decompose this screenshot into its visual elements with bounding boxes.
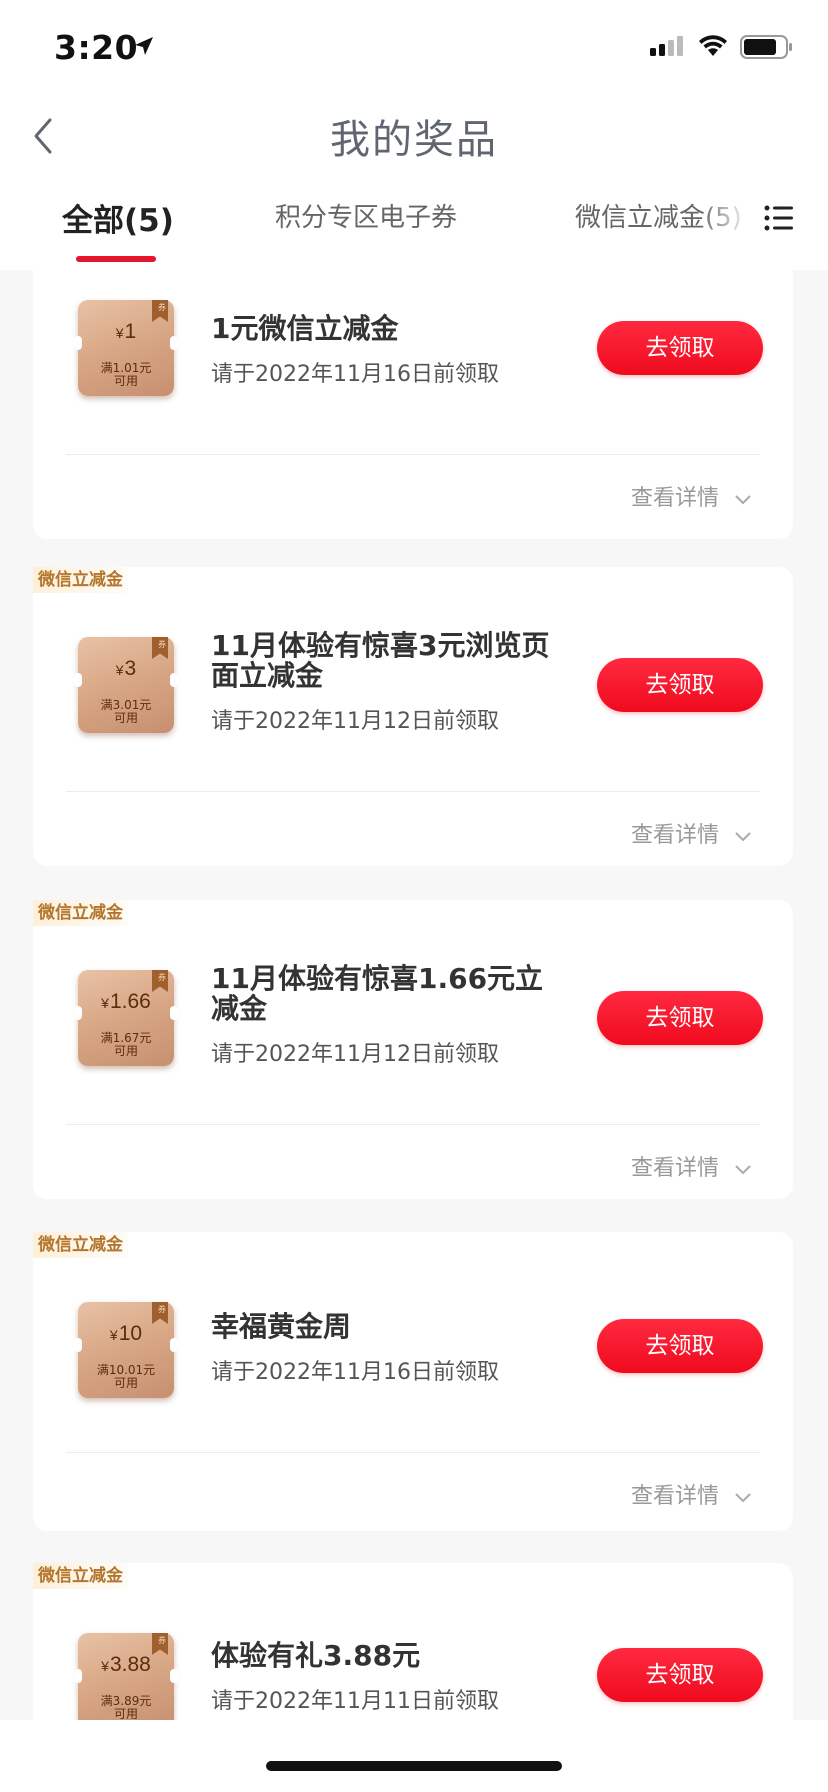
location-arrow-icon bbox=[135, 37, 153, 55]
home-indicator[interactable] bbox=[266, 1761, 562, 1771]
prize-deadline: 请于2022年11月16日前领取 bbox=[211, 1360, 499, 1385]
chevron-down-icon bbox=[735, 1165, 751, 1175]
chevron-down-icon bbox=[735, 1493, 751, 1503]
prize-card: 券 ¥1 满1.01元 可用 1元微信立减金 请于2022年11月16日前领取 去… bbox=[33, 270, 793, 539]
claim-button[interactable]: 去领取 bbox=[597, 1319, 763, 1373]
coupon-ticket-icon: 券 ¥1 满1.01元 可用 bbox=[74, 300, 178, 396]
tab-points-coupons[interactable]: 积分专区电子券 bbox=[275, 197, 457, 234]
prize-title: 幸福黄金周 bbox=[211, 1310, 352, 1343]
coupon-amount: ¥1.66 bbox=[101, 990, 151, 1013]
prize-card: 券 ¥10 满10.01元 可用 幸福黄金周 请于2022年11月16日前领取 去… bbox=[33, 1232, 793, 1531]
coupon-condition: 满3.89元 可用 bbox=[100, 1694, 152, 1721]
wifi-icon bbox=[699, 35, 727, 56]
claim-button[interactable]: 去领取 bbox=[597, 991, 763, 1045]
coupon-amount: ¥3.88 bbox=[101, 1653, 151, 1676]
coupon-amount: ¥10 bbox=[109, 1322, 143, 1345]
tab-all[interactable]: 全部(5) bbox=[62, 195, 174, 240]
divider bbox=[66, 791, 760, 792]
chevron-down-icon bbox=[735, 832, 751, 842]
coupon-condition: 满10.01元 可用 bbox=[96, 1363, 156, 1390]
category-tag: 微信立减金 bbox=[33, 900, 128, 926]
view-details-toggle[interactable]: 查看详情 bbox=[631, 1478, 752, 1510]
chevron-down-icon bbox=[735, 495, 751, 505]
view-details-toggle[interactable]: 查看详情 bbox=[631, 1150, 752, 1182]
prize-title: 1元微信立减金 bbox=[211, 312, 399, 345]
divider bbox=[66, 1124, 760, 1125]
category-tag: 微信立减金 bbox=[33, 1563, 128, 1589]
prize-list[interactable]: 券 ¥1 满1.01元 可用 1元微信立减金 请于2022年11月16日前领取 去… bbox=[0, 270, 828, 1720]
prize-deadline: 请于2022年11月16日前领取 bbox=[211, 362, 499, 387]
category-tag: 微信立减金 bbox=[33, 567, 128, 593]
list-menu-icon[interactable] bbox=[764, 205, 794, 231]
prize-title: 11月体验有惊喜1.66元立减金 bbox=[211, 962, 544, 1025]
claim-button[interactable]: 去领取 bbox=[597, 321, 763, 375]
tab-fade bbox=[700, 188, 750, 248]
prize-deadline: 请于2022年11月12日前领取 bbox=[211, 1042, 499, 1067]
prize-card: 券 ¥3 满3.01元 可用 11月体验有惊喜3元浏览页面立减金 请于2022年1… bbox=[33, 567, 793, 866]
prize-deadline: 请于2022年11月11日前领取 bbox=[211, 1689, 499, 1714]
battery-icon bbox=[740, 35, 792, 59]
prize-title: 11月体验有惊喜3元浏览页面立减金 bbox=[211, 629, 550, 692]
coupon-ticket-icon: 券 ¥10 满10.01元 可用 bbox=[74, 1302, 178, 1398]
cellular-signal-icon bbox=[650, 36, 683, 56]
divider bbox=[66, 454, 760, 455]
claim-button[interactable]: 去领取 bbox=[597, 658, 763, 712]
coupon-ticket-icon: 券 ¥1.66 满1.67元 可用 bbox=[74, 970, 178, 1066]
coupon-condition: 满3.01元 可用 bbox=[100, 698, 152, 725]
view-details-toggle[interactable]: 查看详情 bbox=[631, 817, 752, 849]
category-tag: 微信立减金 bbox=[33, 1232, 128, 1258]
prize-title: 体验有礼3.88元 bbox=[211, 1639, 421, 1672]
page-title: 我的奖品 bbox=[330, 117, 498, 163]
coupon-ticket-icon: 券 ¥3.88 满3.89元 可用 bbox=[74, 1633, 178, 1721]
coupon-condition: 满1.67元 可用 bbox=[100, 1031, 152, 1058]
prize-card: 券 ¥1.66 满1.67元 可用 11月体验有惊喜1.66元立减金 请于2022… bbox=[33, 900, 793, 1199]
coupon-ticket-icon: 券 ¥3 满3.01元 可用 bbox=[74, 637, 178, 733]
coupon-amount: ¥1 bbox=[115, 320, 137, 343]
status-time: 3:20 bbox=[54, 28, 139, 67]
claim-button[interactable]: 去领取 bbox=[597, 1648, 763, 1702]
home-bar-area bbox=[0, 1720, 828, 1792]
prize-card: 券 ¥3.88 满3.89元 可用 体验有礼3.88元 请于2022年11月11日… bbox=[33, 1563, 793, 1720]
coupon-condition: 满1.01元 可用 bbox=[100, 361, 152, 388]
view-details-toggle[interactable]: 查看详情 bbox=[631, 480, 752, 512]
divider bbox=[66, 1452, 760, 1453]
tab-active-indicator bbox=[76, 256, 156, 262]
prize-deadline: 请于2022年11月12日前领取 bbox=[211, 709, 499, 734]
coupon-amount: ¥3 bbox=[115, 657, 137, 680]
